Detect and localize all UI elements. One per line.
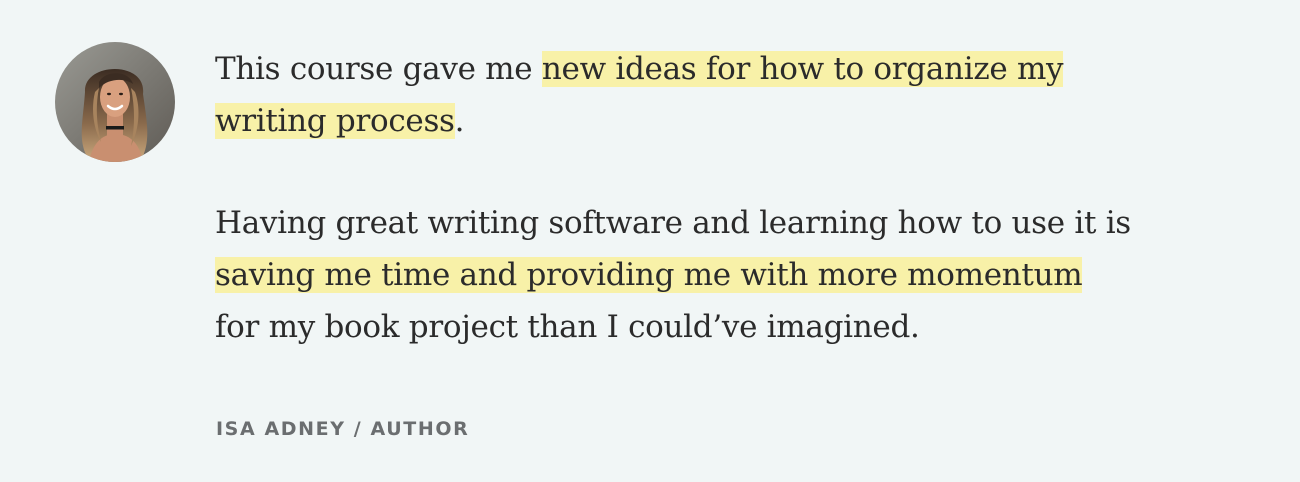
author-avatar — [55, 42, 175, 162]
testimonial-quote: This course gave me new ideas for how to… — [215, 43, 1285, 353]
quote-line: This course gave me new ideas for how to… — [215, 43, 1285, 95]
quote-text: . — [454, 103, 465, 139]
author-attribution: ISA ADNEY / AUTHOR — [216, 418, 470, 440]
quote-text: for my book project than I could’ve imag… — [215, 309, 920, 345]
person-photo-icon — [55, 42, 175, 162]
quote-paragraph: This course gave me new ideas for how to… — [215, 43, 1285, 147]
quote-highlight: writing process — [215, 103, 455, 139]
quote-text: This course gave me — [215, 51, 542, 87]
quote-line: saving me time and providing me with mor… — [215, 249, 1285, 301]
quote-line: writing process. — [215, 95, 1285, 147]
quote-text: Having great writing software and learni… — [215, 205, 1131, 241]
testimonial-card: This course gave me new ideas for how to… — [0, 0, 1300, 482]
quote-highlight: new ideas for how to organize my — [541, 51, 1064, 87]
quote-highlight: saving me time and providing me with mor… — [215, 257, 1083, 293]
quote-paragraph: Having great writing software and learni… — [215, 197, 1285, 353]
